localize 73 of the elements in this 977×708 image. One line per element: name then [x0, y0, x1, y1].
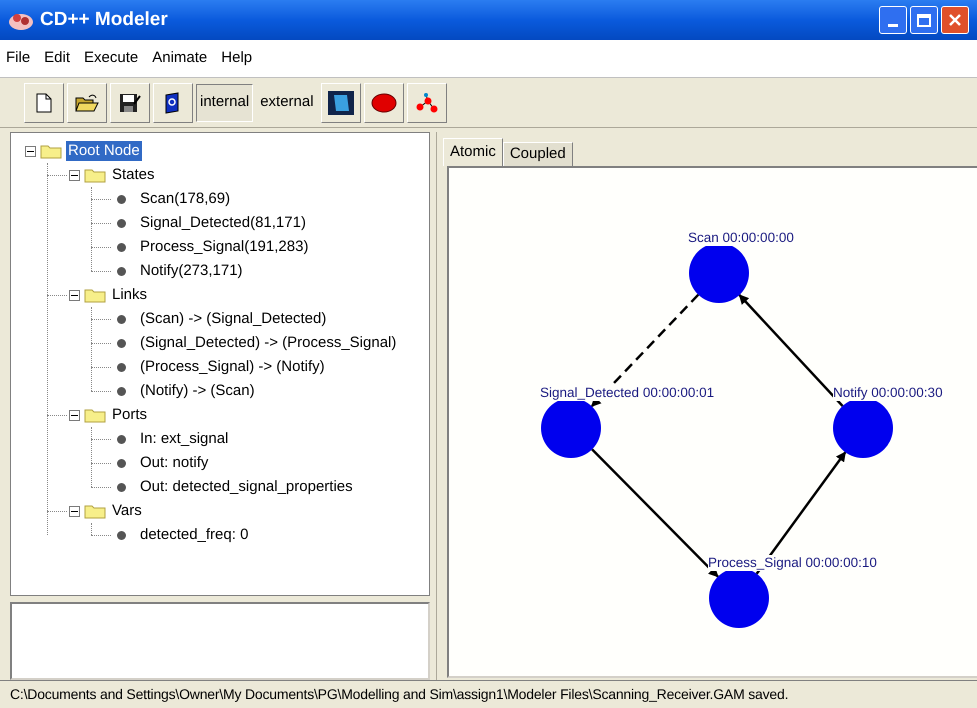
tree-item[interactable]: States	[110, 165, 157, 185]
tab[interactable]: Coupled	[502, 142, 573, 166]
tree-item[interactable]: Out: detected_signal_properties	[138, 477, 355, 497]
tree-item[interactable]: detected_freq: 0	[138, 525, 250, 545]
state-label: Scan 00:00:00:00	[688, 230, 794, 246]
open-folder-icon	[75, 92, 99, 112]
tree-item[interactable]: (Scan) -> (Signal_Detected)	[138, 309, 328, 329]
tile-icon	[328, 90, 354, 114]
bullet-icon	[117, 482, 126, 492]
state-label: Signal_Detected 00:00:00:01	[540, 385, 714, 401]
blank-page-icon	[36, 92, 52, 112]
toolbar-button[interactable]	[153, 82, 193, 122]
collapse-toggle-icon[interactable]	[69, 170, 80, 180]
bullet-icon	[117, 266, 126, 276]
tree-item[interactable]: Vars	[110, 501, 144, 521]
tree-item[interactable]: (Signal_Detected) -> (Process_Signal)	[138, 333, 398, 353]
tree-item[interactable]: Scan(178,69)	[138, 189, 232, 209]
bullet-icon	[117, 386, 126, 396]
tree-item[interactable]: In: ext_signal	[138, 429, 230, 449]
tree-item[interactable]: (Notify) -> (Scan)	[138, 381, 257, 401]
tree-item[interactable]: Ports	[110, 405, 150, 425]
bullet-icon	[117, 338, 126, 348]
node-graph-icon	[414, 90, 440, 114]
menu-item[interactable]: Help	[221, 47, 252, 70]
tree-item[interactable]: Out: notify	[138, 453, 210, 473]
tree-item[interactable]: (Process_Signal) -> (Notify)	[138, 357, 327, 377]
toolbar-button[interactable]	[24, 82, 64, 122]
tree-item[interactable]: Process_Signal(191,283)	[138, 237, 310, 257]
bullet-icon	[117, 530, 126, 540]
folder-icon	[84, 503, 106, 519]
collapse-toggle-icon[interactable]	[69, 410, 80, 420]
menu-item[interactable]: Animate	[152, 47, 208, 70]
tree-item[interactable]: Root Node	[66, 141, 142, 161]
state-node[interactable]	[709, 568, 769, 628]
toggle-button[interactable]: internal	[196, 84, 254, 122]
collapse-toggle-icon[interactable]	[69, 290, 80, 300]
bullet-icon	[117, 218, 126, 228]
folder-icon	[84, 287, 106, 303]
bullet-icon	[117, 242, 126, 252]
state-label: Process_Signal 00:00:00:10	[708, 555, 877, 571]
window-title: CD++ Modeler	[40, 8, 168, 32]
tree-item[interactable]: Links	[110, 285, 150, 305]
menu-item[interactable]: File	[6, 47, 30, 70]
toolbar-button[interactable]	[320, 82, 361, 122]
status-text: C:\Documents and Settings\Owner\My Documents\PG\Modelling and Sim\assign1\Modeler Files\Scanning_Receiver.GAM saved.	[10, 685, 788, 704]
bullet-icon	[117, 458, 126, 468]
tree-item[interactable]: Signal_Detected(81,171)	[138, 213, 308, 233]
state-node[interactable]	[833, 398, 893, 458]
bullet-icon	[117, 434, 126, 444]
state-node[interactable]	[689, 243, 749, 303]
toolbar-button[interactable]	[364, 82, 404, 122]
bullet-icon	[117, 194, 126, 204]
toolbar-button[interactable]	[67, 82, 107, 122]
tab[interactable]: Atomic	[443, 138, 503, 166]
stop-sign-icon	[370, 92, 397, 112]
folder-icon	[84, 407, 106, 423]
tree-item[interactable]: Notify(273,171)	[138, 261, 245, 281]
collapse-toggle-icon[interactable]	[69, 506, 80, 516]
bullet-icon	[117, 314, 126, 324]
collapse-toggle-icon[interactable]	[25, 146, 36, 156]
close-button[interactable]	[941, 6, 969, 34]
state-label: Notify 00:00:00:30	[833, 385, 943, 401]
folder-icon	[40, 143, 62, 159]
menu-item[interactable]: Edit	[44, 47, 70, 70]
maximize-button[interactable]	[910, 6, 938, 34]
folder-icon	[84, 167, 106, 183]
close-icon	[948, 13, 962, 27]
menu-item[interactable]: Execute	[84, 47, 138, 70]
toolbar-button[interactable]	[110, 82, 150, 122]
floppy-disk-icon	[119, 92, 141, 114]
minimize-button[interactable]	[879, 6, 907, 34]
bullet-icon	[117, 362, 126, 372]
state-node[interactable]	[541, 398, 601, 458]
